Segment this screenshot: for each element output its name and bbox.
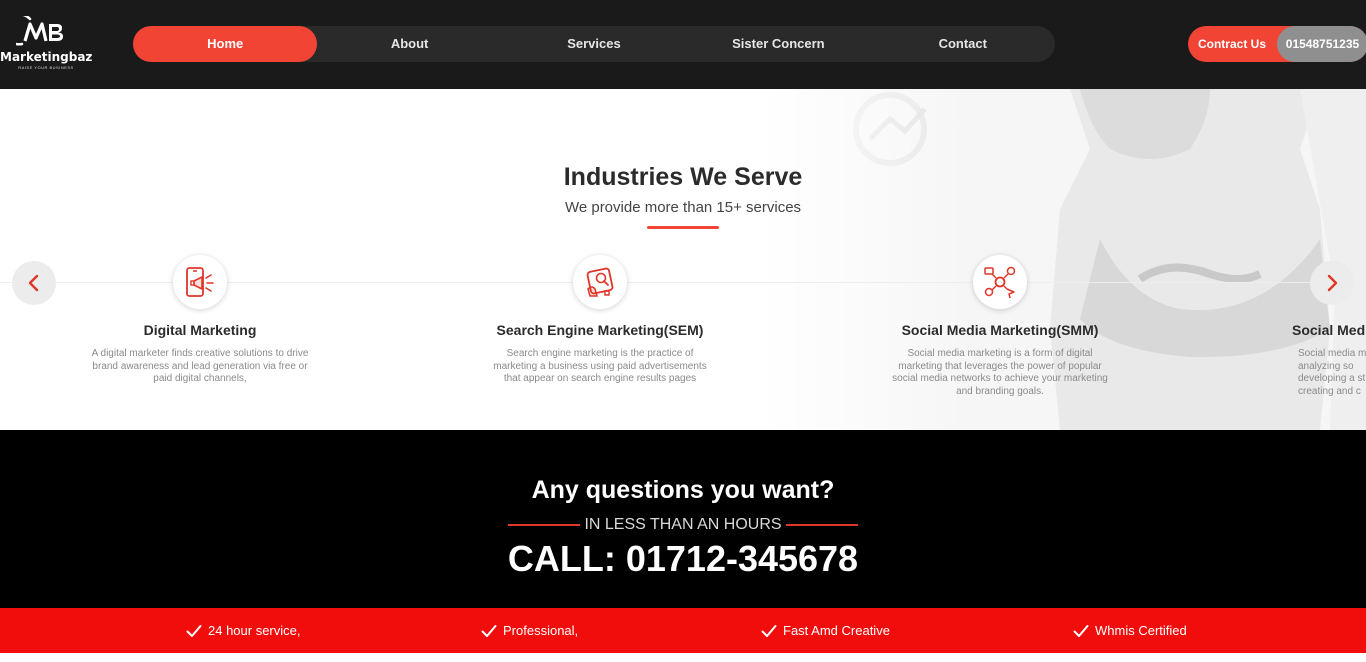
search-engine-icon <box>586 267 614 297</box>
feature-label: Fast Amd Creative <box>783 623 890 638</box>
services-subtitle: We provide more than 15+ services <box>564 199 802 216</box>
cta-left-line <box>508 524 581 526</box>
checkmark-icon <box>761 624 777 637</box>
brand-logo[interactable]: Marketingbaz RAISE YOUR BUSINESS <box>0 14 93 74</box>
service-card[interactable]: Social Medi Social media m analyzing so … <box>1292 255 1366 405</box>
title-underline <box>647 226 719 229</box>
chevron-left-icon <box>28 274 39 292</box>
nav-item-contact[interactable]: Contact <box>871 26 1055 62</box>
features-bar: 24 hour service, Professional, Fast Amd … <box>0 608 1366 653</box>
service-card-title: Digital Marketing <box>143 322 257 338</box>
contact-us-button[interactable]: Contract Us 01548751235 <box>1188 26 1366 62</box>
main-nav: Home About Services Sister Concern Conta… <box>133 26 1055 62</box>
service-card-icon <box>173 255 227 309</box>
service-card-title: Social Medi <box>1292 322 1366 338</box>
brand-logo-mark <box>16 16 63 46</box>
service-card[interactable]: Digital Marketing A digital marketer fin… <box>80 255 320 405</box>
service-card-description: Social media m analyzing so developing a… <box>1298 348 1366 397</box>
cta-subtitle-row: IN LESS THAN AN HOURS <box>0 516 1366 534</box>
feature-label: 24 hour service, <box>208 623 301 638</box>
service-card-description: Social media marketing is a form of digi… <box>892 348 1108 397</box>
nav-item-services[interactable]: Services <box>502 26 686 62</box>
cta-title: Any questions you want? <box>531 476 835 504</box>
cta-subtitle: IN LESS THAN AN HOURS <box>584 516 782 533</box>
feature-item: Professional, <box>481 608 578 653</box>
feature-item: 24 hour service, <box>186 608 301 653</box>
service-card[interactable]: Search Engine Marketing(SEM) Search engi… <box>480 255 720 405</box>
cta-right-line <box>785 524 858 526</box>
contact-us-label[interactable]: Contract Us <box>1188 26 1276 62</box>
feature-label: Whmis Certified <box>1095 623 1187 638</box>
service-card-icon <box>973 255 1027 309</box>
service-card-icon <box>573 255 627 309</box>
site-header: Marketingbaz RAISE YOUR BUSINESS Home Ab… <box>0 0 1366 89</box>
nav-item-home[interactable]: Home <box>133 26 318 62</box>
checkmark-icon <box>1073 624 1089 637</box>
social-network-icon <box>984 266 1016 299</box>
service-card-description: A digital marketer finds creative soluti… <box>91 348 309 384</box>
checkmark-icon <box>481 624 497 637</box>
cta-phone-number[interactable]: CALL: 01712-345678 <box>0 538 1366 580</box>
megaphone-phone-icon <box>186 267 214 297</box>
brand-tagline: RAISE YOUR BUSINESS <box>18 65 74 70</box>
nav-item-about[interactable]: About <box>317 26 501 62</box>
feature-item: Fast Amd Creative <box>761 608 890 653</box>
services-section: Industries We Serve We provide more than… <box>0 89 1366 430</box>
feature-item: Whmis Certified <box>1073 608 1187 653</box>
call-to-action-section: Any questions you want? IN LESS THAN AN … <box>0 430 1366 608</box>
service-card-title: Social Media Marketing(SMM) <box>901 322 1099 338</box>
nav-item-sister-concern[interactable]: Sister Concern <box>686 26 870 62</box>
service-card[interactable]: Social Media Marketing(SMM) Social media… <box>880 255 1120 405</box>
header-phone-number[interactable]: 01548751235 <box>1277 26 1366 62</box>
brand-name: Marketingbaz <box>0 50 93 64</box>
carousel-prev-button[interactable] <box>12 261 56 305</box>
service-card-title: Search Engine Marketing(SEM) <box>496 322 704 338</box>
services-title: Industries We Serve <box>563 163 803 191</box>
checkmark-icon <box>186 624 202 637</box>
page-bottom-strip <box>0 653 1366 662</box>
feature-label: Professional, <box>503 623 579 638</box>
service-card-description: Search engine marketing is the practice … <box>493 348 707 384</box>
